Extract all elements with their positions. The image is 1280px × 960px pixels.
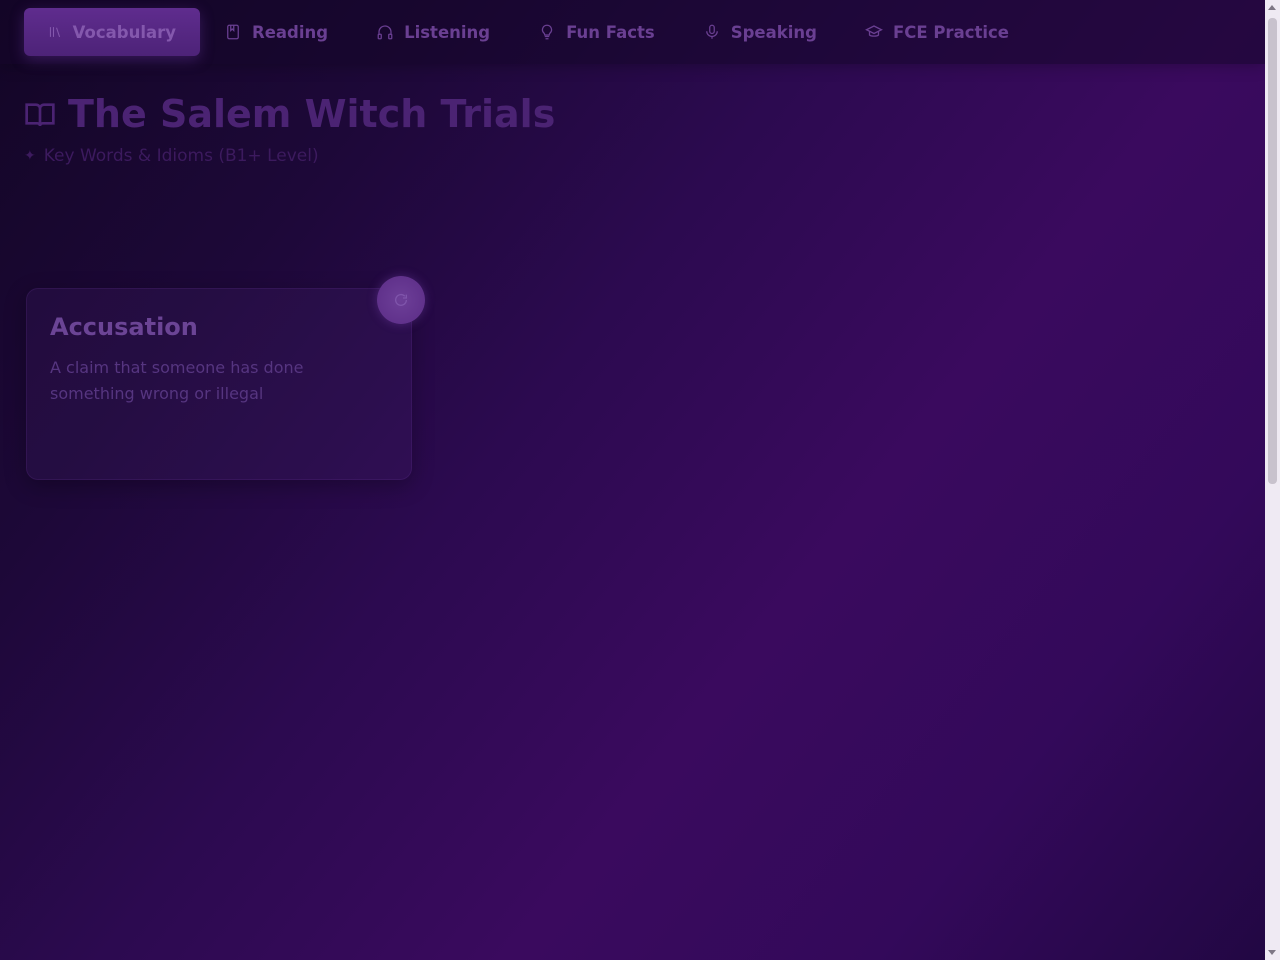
page-subtitle-text: Key Words & Idioms (B1+ Level) xyxy=(43,146,319,166)
scroll-down-arrow-icon[interactable] xyxy=(1268,950,1276,955)
tab-vocabulary[interactable]: Vocabulary xyxy=(24,8,200,56)
open-book-icon xyxy=(25,103,55,127)
card-term: Accusation xyxy=(50,313,198,341)
sparkle-icon: ✦ xyxy=(24,148,36,164)
card-definition: A claim that someone has done something … xyxy=(50,358,304,403)
tab-label: Reading xyxy=(252,22,329,42)
page-scrollbar[interactable] xyxy=(1265,0,1280,960)
lightbulb-icon xyxy=(541,24,553,40)
tab-label: Vocabulary xyxy=(72,22,176,42)
rotate-icon xyxy=(395,293,407,306)
page-subtitle: ✦ Key Words & Idioms (B1+ Level) xyxy=(24,146,319,166)
page-title-text: The Salem Witch Trials xyxy=(68,92,556,136)
tab-fce-practice[interactable]: FCE Practice xyxy=(841,8,1033,56)
vocabulary-card[interactable]: Accusation A claim that someone has done… xyxy=(26,288,412,480)
tab-speaking[interactable]: Speaking xyxy=(679,8,841,56)
scroll-up-arrow-icon[interactable] xyxy=(1268,5,1276,10)
tab-label: FCE Practice xyxy=(892,22,1009,42)
headphones-icon xyxy=(377,25,393,40)
tab-fun-facts[interactable]: Fun Facts xyxy=(514,8,679,56)
top-nav: Vocabulary Reading Listening Fun Facts S… xyxy=(0,0,1265,64)
tab-listening[interactable]: Listening xyxy=(352,8,514,56)
tab-label: Fun Facts xyxy=(566,22,655,42)
tab-label: Speaking xyxy=(730,22,817,42)
tab-label: Listening xyxy=(404,22,491,42)
flip-card-button[interactable] xyxy=(377,276,425,324)
library-icon xyxy=(49,27,61,38)
graduation-cap-icon xyxy=(865,25,883,37)
microphone-icon xyxy=(705,24,718,39)
book-icon xyxy=(227,24,239,40)
scroll-thumb[interactable] xyxy=(1268,18,1277,484)
page-title: The Salem Witch Trials xyxy=(24,92,555,136)
tab-reading[interactable]: Reading xyxy=(200,8,352,56)
